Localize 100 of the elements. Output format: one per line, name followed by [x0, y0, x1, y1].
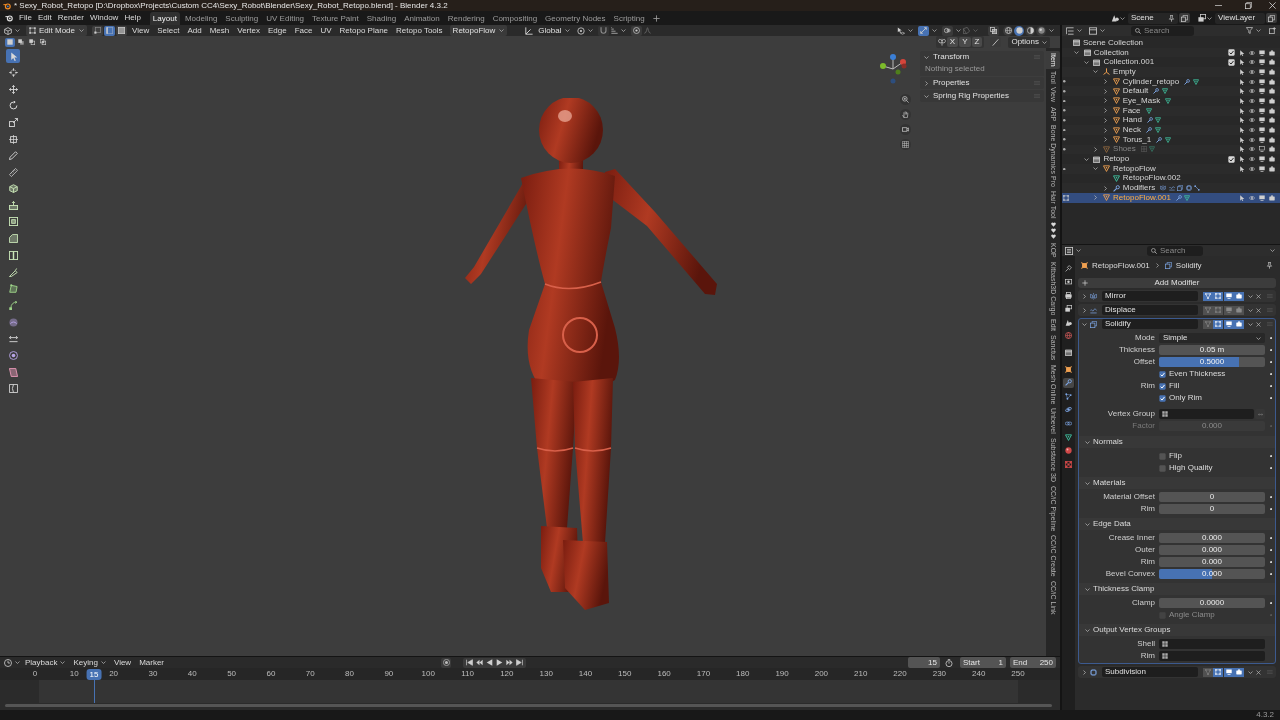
arrow-eye-icon[interactable]	[897, 26, 905, 35]
overlays-toggle[interactable]	[942, 25, 953, 36]
camera-icon[interactable]	[1269, 156, 1275, 163]
menu-item[interactable]: Window	[86, 14, 122, 22]
properties-tab[interactable]	[1063, 263, 1074, 273]
edit-dot-icon[interactable]	[1063, 119, 1066, 122]
caret-icon[interactable]	[15, 660, 20, 665]
camera-icon[interactable]	[1269, 194, 1275, 201]
viewport-toggle[interactable]	[1223, 305, 1234, 315]
workspace-tab[interactable]: Shading	[363, 12, 400, 25]
outliner-row[interactable]: RetopoFlow.001	[1062, 193, 1280, 203]
eye-icon[interactable]	[1249, 59, 1255, 66]
tool-button[interactable]	[6, 281, 20, 296]
menu-item[interactable]: File	[16, 14, 35, 22]
checkbox[interactable]	[1159, 382, 1166, 390]
camera-view-button[interactable]	[900, 124, 911, 135]
skip-start-icon[interactable]	[466, 659, 474, 666]
layers-icon[interactable]	[1198, 14, 1206, 22]
outliner-row[interactable]: Eye_Mask	[1062, 96, 1280, 106]
caret-icon[interactable]	[1248, 307, 1254, 313]
keyframe-dot-icon[interactable]	[1269, 495, 1273, 499]
mirror-axis-toggle[interactable]: Y	[959, 37, 971, 47]
wrench-icon[interactable]	[1175, 194, 1182, 201]
properties-tab[interactable]	[1063, 303, 1074, 314]
edit-mode-toggle[interactable]	[1213, 291, 1224, 301]
properties-tab[interactable]	[1063, 404, 1074, 415]
caret-icon[interactable]	[932, 28, 937, 33]
caret-icon[interactable]	[1049, 28, 1054, 33]
menu-item[interactable]: Retopo Plane	[336, 26, 392, 35]
tool-button[interactable]	[6, 165, 20, 180]
eye-icon[interactable]	[1249, 127, 1255, 134]
camera-icon[interactable]	[1269, 107, 1275, 114]
clock-icon[interactable]	[4, 658, 12, 667]
edit-dot-icon[interactable]	[1063, 128, 1066, 132]
outliner-row[interactable]: RetopoFlow.002	[1062, 173, 1280, 184]
camera-icon[interactable]	[1269, 59, 1275, 66]
modifier-name-field[interactable]: Solidify	[1102, 319, 1198, 329]
workspace-tab[interactable]: UV Editing	[263, 12, 308, 25]
render-toggle[interactable]	[1234, 667, 1245, 677]
subpanel-header[interactable]: Normals	[1079, 436, 1275, 448]
stopwatch-icon[interactable]	[945, 658, 953, 667]
current-frame-field[interactable]: 15	[908, 657, 940, 668]
menu-item[interactable]: Mesh	[206, 26, 233, 35]
new-view-layer-button[interactable]	[1266, 13, 1277, 23]
menu-item[interactable]: View	[129, 26, 153, 35]
menu-item[interactable]: Keying	[70, 658, 109, 667]
edit-mode-toggle[interactable]	[1213, 319, 1224, 329]
edit-dot-icon[interactable]	[1063, 99, 1066, 103]
checkbox[interactable]	[1159, 464, 1166, 472]
keyframe-dot-icon[interactable]	[1269, 601, 1273, 605]
cube-icon[interactable]	[4, 26, 12, 35]
monitor-icon[interactable]	[1259, 165, 1265, 172]
add-modifier-button[interactable]: Add Modifier	[1078, 278, 1276, 288]
monitor-icon[interactable]	[1259, 136, 1265, 143]
properties-tab[interactable]	[1063, 290, 1074, 301]
skip-end-icon[interactable]	[516, 659, 524, 666]
edit-dot-icon[interactable]	[1063, 109, 1066, 112]
eye-icon[interactable]	[1249, 117, 1255, 124]
caret-icon[interactable]	[1076, 248, 1081, 253]
tool-button[interactable]	[6, 65, 20, 80]
triangle-mesh-icon[interactable]	[1192, 78, 1199, 85]
caret-icon[interactable]	[1120, 15, 1125, 21]
number-field[interactable]: 0.000	[1159, 545, 1265, 555]
keyframe-dot-icon[interactable]	[1269, 466, 1273, 470]
camera-icon[interactable]	[1269, 78, 1275, 85]
triangle-mesh-icon[interactable]	[1155, 117, 1162, 124]
edit-dot-icon[interactable]	[1063, 138, 1066, 141]
eye-icon[interactable]	[1249, 107, 1255, 114]
panel-icon[interactable]	[1089, 26, 1097, 35]
menu-item[interactable]: Edge	[264, 26, 290, 35]
monitor-icon[interactable]	[1259, 97, 1265, 104]
panel-header[interactable]: Transform	[920, 51, 1044, 63]
tool-button[interactable]	[6, 315, 20, 330]
caret-icon[interactable]	[621, 28, 627, 33]
edge-select-button[interactable]	[104, 25, 116, 36]
number-field[interactable]: 0	[1159, 504, 1265, 514]
workspace-tab[interactable]: Modeling	[181, 12, 221, 25]
keyframe-dot-icon[interactable]	[1269, 560, 1273, 564]
invert-toggle[interactable]	[1255, 409, 1265, 419]
camera-icon[interactable]	[1269, 146, 1275, 153]
menu-item[interactable]: Marker	[136, 658, 168, 667]
properties-tab[interactable]	[1063, 377, 1074, 388]
keyframe-dot-icon[interactable]	[1269, 372, 1273, 376]
monitor-icon[interactable]	[1259, 49, 1265, 56]
snap-toggle[interactable]	[598, 25, 610, 36]
properties-icon[interactable]	[1065, 246, 1073, 255]
checkbox[interactable]	[1228, 49, 1235, 57]
outliner-row[interactable]: Collection.001	[1062, 57, 1280, 68]
vertex-group-field[interactable]	[1159, 639, 1265, 649]
caret-icon[interactable]	[1207, 15, 1212, 21]
outliner-row[interactable]: Torus_1	[1062, 134, 1280, 145]
wrench-icon[interactable]	[1146, 127, 1152, 134]
select-arrow-icon[interactable]	[1239, 194, 1245, 201]
keyframe-dot-icon[interactable]	[1269, 548, 1273, 552]
face-select-button[interactable]	[116, 25, 128, 36]
weld-dots-icon[interactable]	[1194, 185, 1201, 192]
options-dropdown[interactable]: Options	[1008, 36, 1050, 48]
menu-item[interactable]: Select	[154, 26, 183, 35]
subpanel-header[interactable]: Thickness Clamp	[1079, 583, 1275, 595]
tool-button[interactable]	[6, 348, 20, 363]
